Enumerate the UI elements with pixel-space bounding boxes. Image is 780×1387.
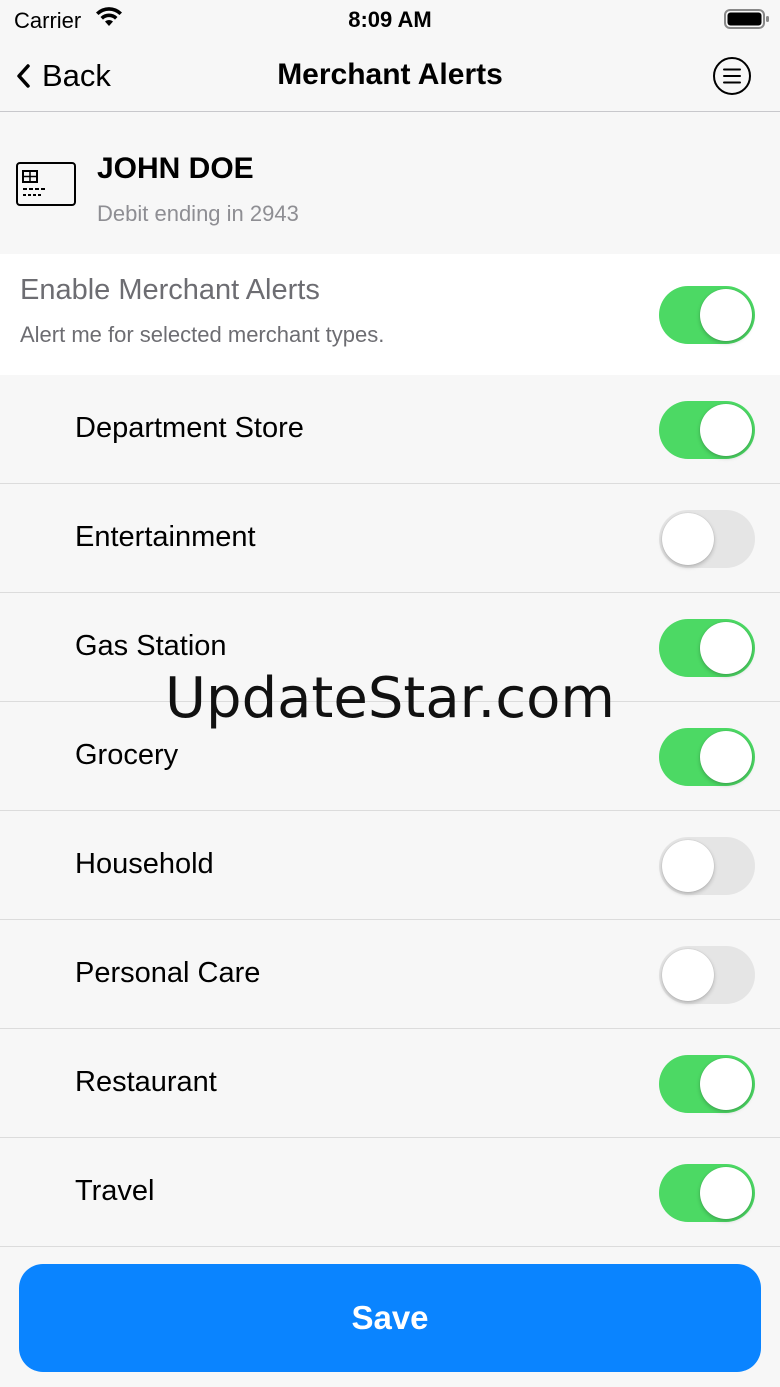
merchant-toggle[interactable] <box>659 1055 755 1113</box>
merchant-label: Personal Care <box>75 957 261 989</box>
enable-merchant-alerts-row: Enable Merchant Alerts Alert me for sele… <box>0 254 780 375</box>
list-item: Travel <box>0 1138 780 1247</box>
list-item: Restaurant <box>0 1029 780 1138</box>
merchant-label: Gas Station <box>75 630 227 662</box>
merchant-label: Travel <box>75 1175 155 1207</box>
list-item: Personal Care <box>0 920 780 1029</box>
toggle-knob <box>700 731 752 783</box>
status-bar: Carrier 8:09 AM <box>0 0 780 40</box>
toggle-knob <box>662 513 714 565</box>
toggle-knob <box>700 1167 752 1219</box>
account-subtitle: Debit ending in 2943 <box>97 201 299 226</box>
list-item: Grocery <box>0 702 780 811</box>
enable-alerts-title: Enable Merchant Alerts <box>20 274 320 306</box>
navigation-bar: Back Merchant Alerts <box>0 40 780 112</box>
credit-card-icon <box>16 162 76 206</box>
merchant-toggle[interactable] <box>659 946 755 1004</box>
account-header: JOHN DOE Debit ending in 2943 <box>0 112 780 254</box>
account-name: JOHN DOE <box>97 152 254 185</box>
merchant-label: Department Store <box>75 412 304 444</box>
merchant-toggle[interactable] <box>659 837 755 895</box>
list-item: Department Store <box>0 375 780 484</box>
merchant-list: Department Store Entertainment Gas Stati… <box>0 375 780 1247</box>
merchant-toggle[interactable] <box>659 1164 755 1222</box>
toggle-knob <box>662 840 714 892</box>
merchant-toggle[interactable] <box>659 728 755 786</box>
merchant-label: Restaurant <box>75 1066 217 1098</box>
toggle-knob <box>700 404 752 456</box>
merchant-label: Household <box>75 848 214 880</box>
enable-alerts-toggle[interactable] <box>659 286 755 344</box>
list-item: Household <box>0 811 780 920</box>
list-item: Gas Station <box>0 593 780 702</box>
list-item: Entertainment <box>0 484 780 593</box>
merchant-toggle[interactable] <box>659 510 755 568</box>
page-title: Merchant Alerts <box>277 58 503 91</box>
merchant-toggle[interactable] <box>659 619 755 677</box>
toggle-knob <box>700 289 752 341</box>
merchant-toggle[interactable] <box>659 401 755 459</box>
clock: 8:09 AM <box>348 7 432 32</box>
merchant-label: Entertainment <box>75 521 256 553</box>
toggle-knob <box>700 622 752 674</box>
battery-icon <box>724 9 769 29</box>
menu-icon[interactable] <box>712 56 752 96</box>
save-button[interactable]: Save <box>19 1264 761 1372</box>
toggle-knob <box>662 949 714 1001</box>
enable-alerts-subtitle: Alert me for selected merchant types. <box>20 322 385 347</box>
merchant-label: Grocery <box>75 739 179 771</box>
toggle-knob <box>700 1058 752 1110</box>
